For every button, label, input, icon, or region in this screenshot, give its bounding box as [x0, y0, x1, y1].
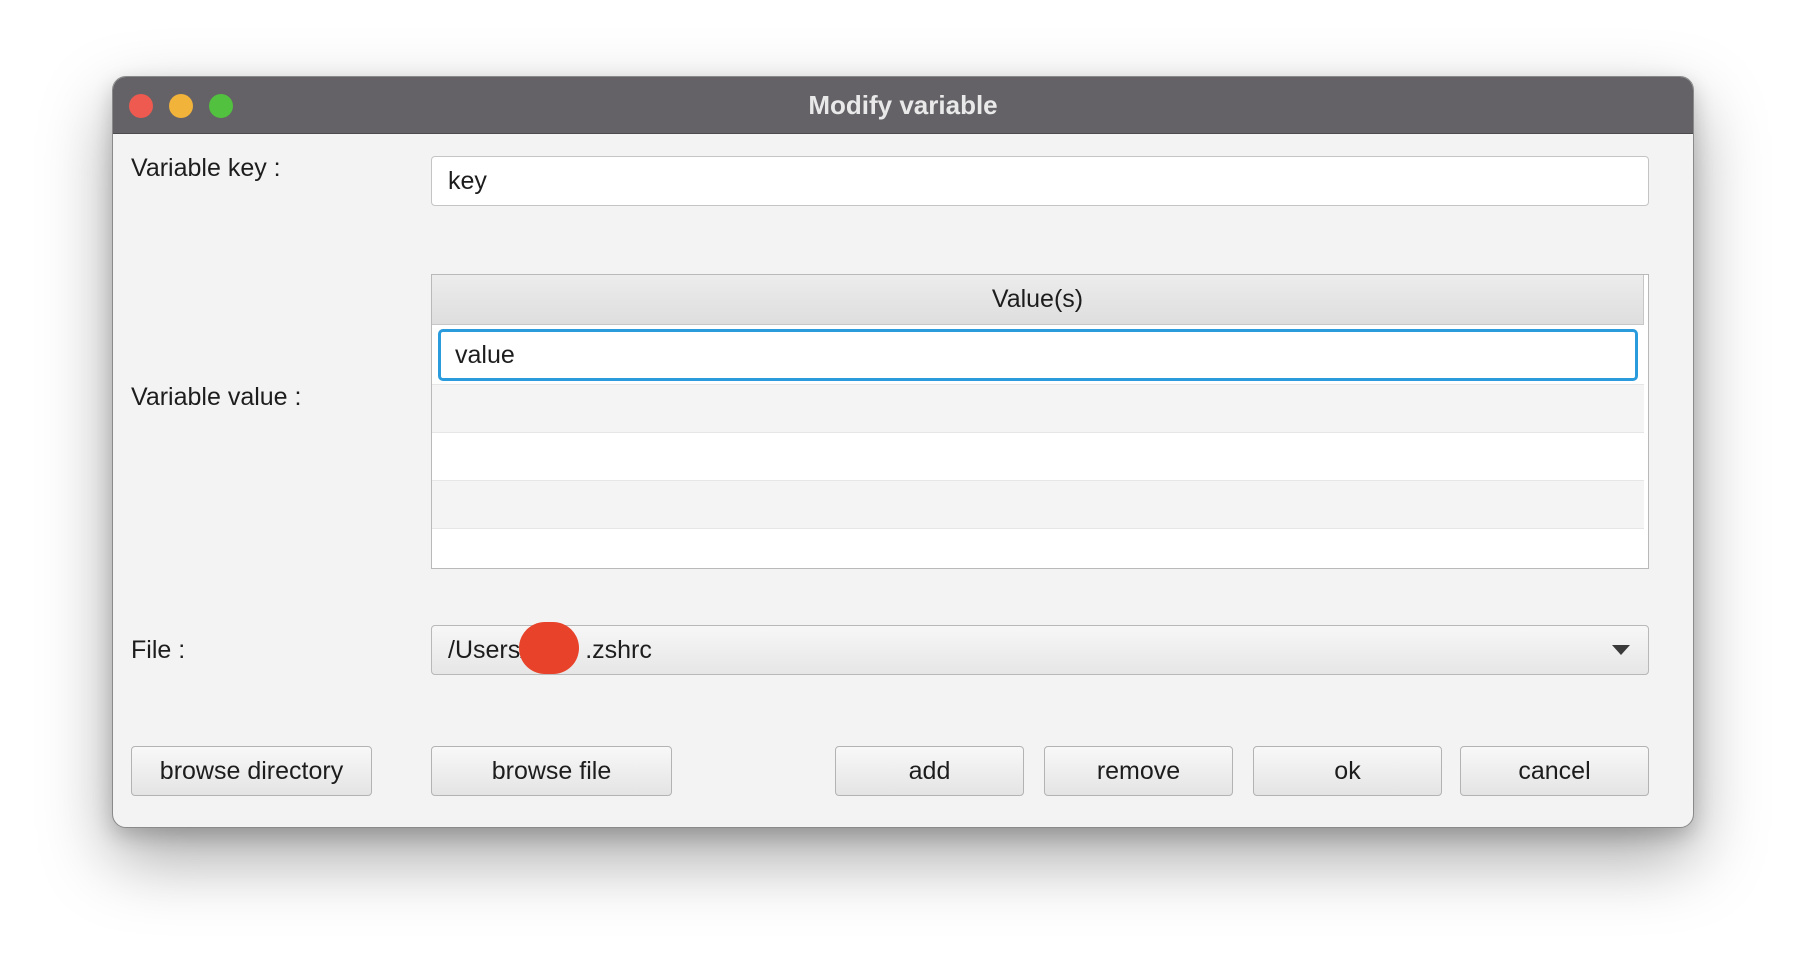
- table-row[interactable]: [432, 529, 1644, 568]
- file-path-suffix: .zshrc: [585, 635, 652, 664]
- chevron-down-icon[interactable]: [1612, 645, 1630, 655]
- variable-key-input[interactable]: key: [431, 156, 1649, 206]
- file-label: File :: [131, 636, 186, 664]
- table-row[interactable]: [432, 385, 1644, 433]
- table-row[interactable]: value: [432, 325, 1644, 385]
- cancel-button[interactable]: cancel: [1460, 746, 1649, 796]
- redaction-mark: [519, 622, 579, 674]
- variable-value-label: Variable value :: [131, 383, 302, 411]
- add-button[interactable]: add: [835, 746, 1024, 796]
- value-cell-editor[interactable]: value: [438, 329, 1638, 381]
- file-select[interactable]: /Users/ .zshrc: [431, 622, 1649, 675]
- remove-button[interactable]: remove: [1044, 746, 1233, 796]
- browse-file-button[interactable]: browse file: [431, 746, 672, 796]
- table-row[interactable]: [432, 433, 1644, 481]
- table-row[interactable]: [432, 481, 1644, 529]
- file-path-prefix: /Users/: [448, 635, 528, 664]
- modify-variable-dialog: Modify variable Variable key : key Varia…: [112, 76, 1694, 828]
- values-column-header[interactable]: Value(s): [432, 275, 1644, 325]
- title-bar[interactable]: Modify variable: [113, 77, 1693, 134]
- ok-button[interactable]: ok: [1253, 746, 1442, 796]
- browse-directory-button[interactable]: browse directory: [131, 746, 372, 796]
- values-table[interactable]: Value(s) value: [431, 274, 1649, 569]
- window-title: Modify variable: [808, 90, 998, 120]
- variable-key-label: Variable key :: [131, 154, 281, 182]
